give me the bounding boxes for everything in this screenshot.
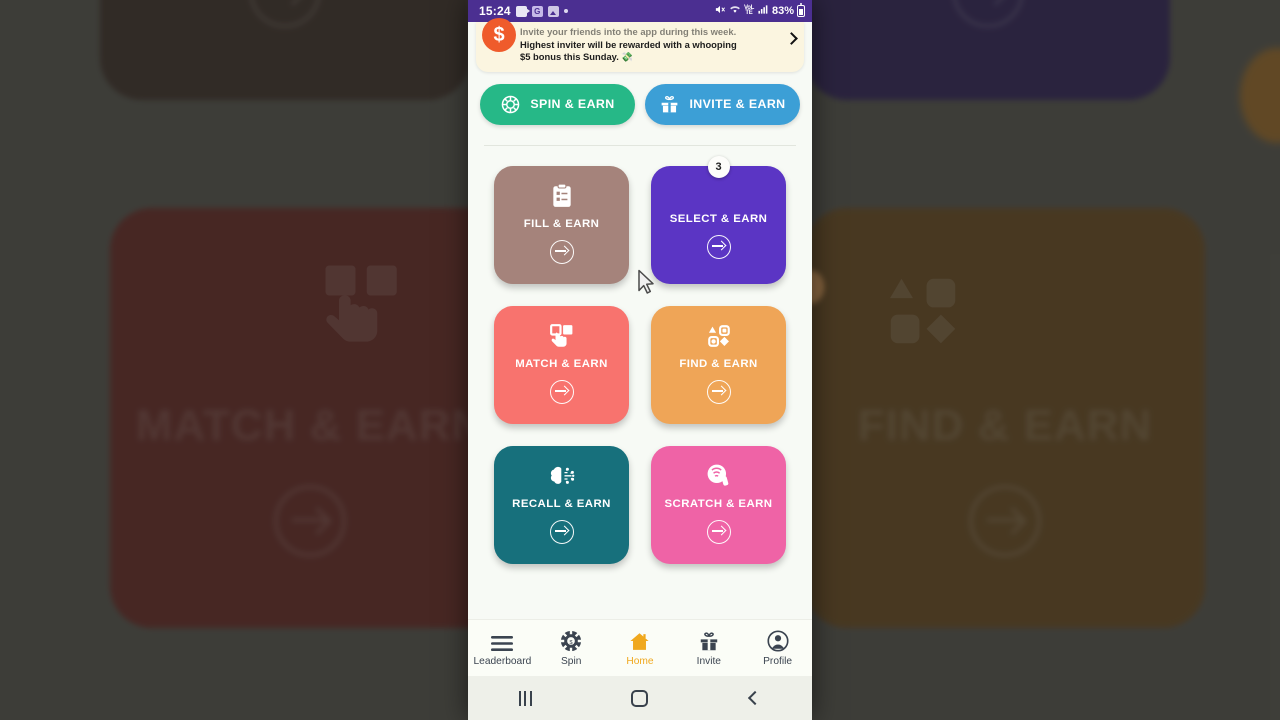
dot-icon — [563, 9, 568, 13]
signal-icon — [757, 4, 769, 18]
back-chevron-icon[interactable] — [725, 678, 785, 718]
video-icon — [515, 5, 530, 17]
arrow-right-circle-icon — [549, 519, 574, 544]
invite-and-earn-button[interactable]: INVITE & EARN — [645, 83, 800, 125]
arrow-right-circle-icon — [549, 239, 574, 264]
card-select-and-earn-label: SELECT & EARN — [669, 212, 768, 225]
card-match-and-earn[interactable]: MATCH & EARN — [494, 305, 629, 424]
scratch-icon — [705, 461, 732, 491]
nav-item-home[interactable]: Home — [606, 630, 675, 667]
person-icon — [767, 629, 789, 652]
card-select-and-earn[interactable]: 3 SELECT & EARN — [651, 155, 786, 284]
phone-screen: 15:24 G VoLTE 83% $ Invite your friends — [468, 0, 812, 720]
card-find-and-earn-label: FIND & EARN — [679, 357, 758, 370]
promo-coin-icon: $ — [482, 18, 516, 52]
card-fill-and-earn-label: FILL & EARN — [523, 217, 600, 230]
gallery-icon — [547, 5, 559, 17]
clipboard-icon — [549, 181, 575, 211]
arrow-right-circle-icon — [706, 234, 731, 259]
status-bar: 15:24 G VoL TE 83% — [468, 0, 812, 22]
status-clock: 15:24 — [479, 4, 511, 18]
invite-and-earn-label: INVITE & EARN — [689, 97, 786, 111]
arrow-right-circle-icon — [706, 379, 731, 404]
card-fill-and-earn[interactable]: FILL & EARN — [494, 165, 629, 284]
wifi-icon — [729, 4, 741, 18]
card-match-and-earn-label: MATCH & EARN — [515, 357, 608, 370]
brain-icon — [548, 461, 576, 491]
card-recall-and-earn[interactable]: RECALL & EARN — [494, 445, 629, 564]
home-square-icon[interactable] — [610, 678, 670, 718]
card-scratch-and-earn[interactable]: SCRATCH & EARN — [651, 445, 786, 564]
arrow-right-circle-icon — [549, 379, 574, 404]
promo-banner[interactable]: $ Invite your friends into the app durin… — [476, 18, 804, 72]
nav-item-home-label: Home — [626, 655, 654, 667]
tap-match-icon — [549, 321, 575, 351]
volte-icon: VoL TE — [743, 5, 754, 16]
card-scratch-and-earn-label: SCRATCH & EARN — [664, 497, 773, 510]
earn-card-grid: FILL & EARN 3 SELECT & EARN MATCH & EARN — [468, 146, 812, 564]
nav-item-spin-label: Spin — [561, 655, 582, 667]
shapes-grid-icon — [706, 321, 732, 351]
card-recall-and-earn-label: RECALL & EARN — [512, 497, 611, 510]
bottom-navigation: Leaderboard $ Spin Home Invite Profile — [468, 619, 812, 676]
card-select-badge: 3 — [707, 155, 730, 178]
nav-item-invite[interactable]: Invite — [674, 630, 743, 667]
card-find-and-earn[interactable]: FIND & EARN — [651, 305, 786, 424]
android-system-bar — [468, 676, 812, 720]
promo-line-1: Invite your friends into the app during … — [520, 26, 737, 37]
spin-and-earn-button[interactable]: SPIN & EARN — [480, 83, 635, 125]
poker-chip-icon — [500, 94, 521, 115]
poker-chip-icon: $ — [560, 630, 582, 652]
promo-coin-symbol: $ — [493, 23, 505, 46]
nav-item-leaderboard-label: Leaderboard — [473, 655, 532, 667]
chevron-right-icon[interactable] — [785, 32, 798, 45]
spin-and-earn-label: SPIN & EARN — [530, 97, 615, 111]
nav-item-profile[interactable]: Profile — [743, 629, 812, 667]
calendar-icon: G — [531, 5, 543, 17]
menu-lines-icon — [490, 630, 514, 652]
gift-icon — [698, 630, 720, 652]
battery-percent: 83% — [771, 5, 794, 17]
nav-item-invite-label: Invite — [696, 655, 721, 667]
arrow-right-circle-icon — [706, 519, 731, 544]
nav-item-leaderboard[interactable]: Leaderboard — [468, 630, 537, 667]
home-icon — [628, 630, 651, 652]
nav-item-spin[interactable]: $ Spin — [537, 630, 606, 667]
gift-icon — [659, 94, 680, 115]
mute-icon — [714, 4, 726, 18]
action-pill-row: SPIN & EARN INVITE & EARN — [468, 72, 812, 125]
svg-text:$: $ — [570, 639, 573, 645]
promo-line-3: $5 bonus this Sunday. 💸 — [520, 51, 634, 62]
nav-item-profile-label: Profile — [763, 655, 793, 667]
recents-icon[interactable] — [495, 678, 555, 718]
battery-icon — [797, 3, 805, 17]
promo-line-2: Highest inviter will be rewarded with a … — [520, 38, 737, 50]
